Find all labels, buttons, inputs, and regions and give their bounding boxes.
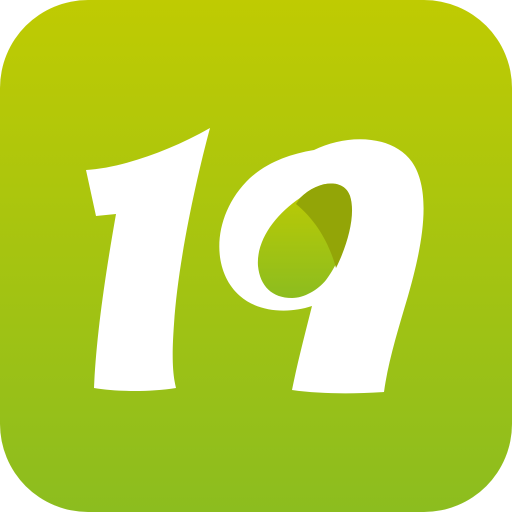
app-icon[interactable]: 19 xyxy=(0,0,512,512)
app-icon-graphic xyxy=(0,0,512,512)
